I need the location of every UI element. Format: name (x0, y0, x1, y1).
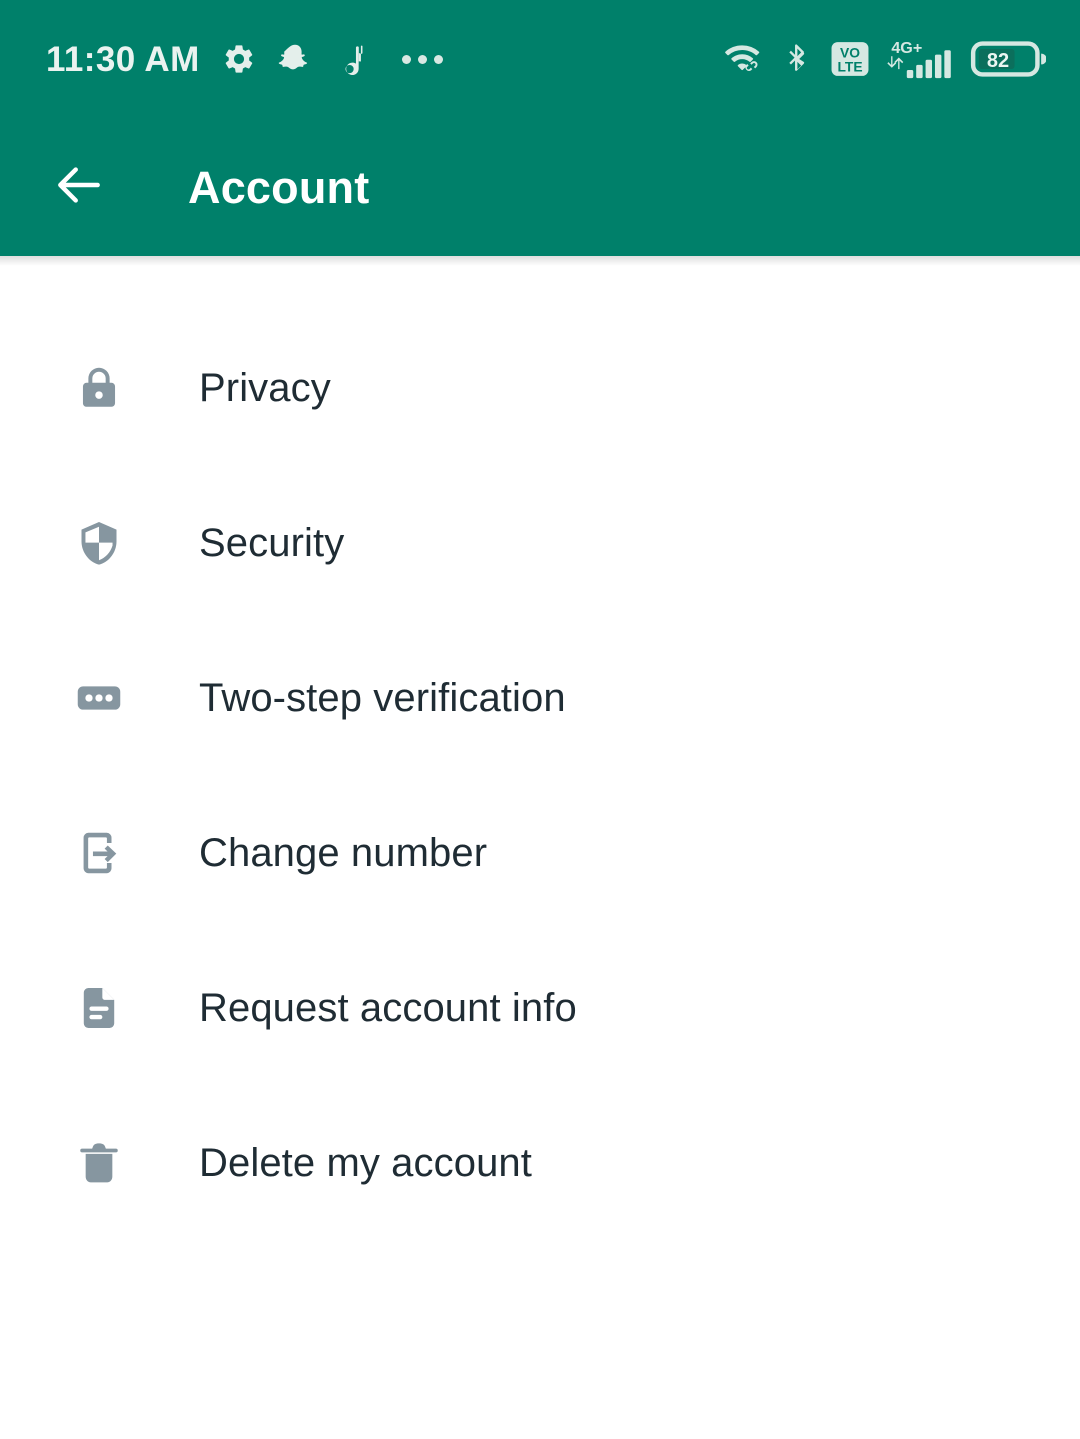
list-item-delete-my-account[interactable]: Delete my account (0, 1085, 1080, 1240)
list-item-label: Delete my account (199, 1140, 532, 1185)
svg-text:4G+: 4G+ (891, 39, 922, 57)
status-bar: 11:30 AM VO LTE 4G+ 82 (0, 0, 1080, 118)
list-item-label: Security (199, 520, 345, 565)
list-item-label: Two-step verification (199, 675, 566, 720)
status-bar-left: 11:30 AM (46, 42, 443, 77)
list-item-label: Privacy (199, 365, 331, 410)
list-item-label: Change number (199, 830, 488, 875)
phone-arrow-icon (72, 826, 126, 880)
battery-icon: 82 (970, 39, 1046, 79)
app-bar: Account (0, 118, 1080, 256)
trash-icon (72, 1136, 126, 1190)
page-title: Account (188, 161, 370, 213)
wifi-icon (724, 42, 766, 76)
list-item-privacy[interactable]: Privacy (0, 310, 1080, 465)
list-item-request-account-info[interactable]: Request account info (0, 930, 1080, 1085)
status-bar-right: VO LTE 4G+ 82 (724, 37, 1046, 81)
signal-icon: 4G+ (887, 37, 953, 81)
password-dots-icon (72, 671, 126, 725)
list-item-change-number[interactable]: Change number (0, 775, 1080, 930)
back-button[interactable] (47, 155, 111, 219)
list-item-label: Request account info (199, 985, 577, 1030)
document-icon (72, 981, 126, 1035)
list-item-security[interactable]: Security (0, 465, 1080, 620)
settings-gear-icon (222, 42, 256, 76)
back-arrow-icon (51, 157, 107, 218)
list-item-two-step-verification[interactable]: Two-step verification (0, 620, 1080, 775)
bluetooth-icon (783, 41, 813, 77)
tiktok-music-note-icon (334, 42, 368, 76)
more-notifications-icon (401, 54, 443, 64)
whatsapp-account-settings-screen: 11:30 AM VO LTE 4G+ 82 Account Privacy S… (0, 0, 1080, 1439)
app-bar-shadow (0, 256, 1080, 266)
battery-percent-text: 82 (987, 50, 1009, 72)
settings-list: Privacy Security Two-step verification C… (0, 266, 1080, 1240)
snapchat-icon (278, 42, 312, 76)
shield-icon (72, 516, 126, 570)
svg-text:LTE: LTE (837, 58, 862, 74)
lock-icon (72, 361, 126, 415)
status-bar-clock: 11:30 AM (46, 39, 200, 79)
volte-icon: VO LTE (830, 39, 870, 79)
